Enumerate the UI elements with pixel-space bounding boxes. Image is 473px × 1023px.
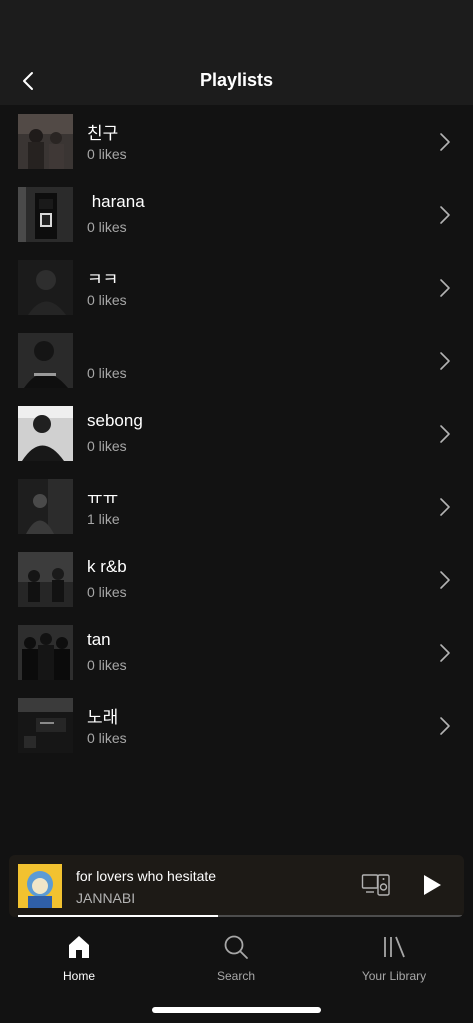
play-icon[interactable] <box>421 873 443 897</box>
playlist-cover <box>18 479 73 534</box>
playlist-row[interactable]: 노래 0 likes <box>0 689 473 762</box>
nav-library[interactable]: Your Library <box>329 918 459 988</box>
playlist-title: tan <box>87 630 111 649</box>
chevron-right-icon <box>440 644 450 662</box>
nav-home[interactable]: Home <box>14 918 144 988</box>
playlist-likes: 0 likes <box>87 292 127 308</box>
playlist-row[interactable]: 친구 0 likes <box>0 105 473 178</box>
chevron-right-icon <box>440 352 450 370</box>
playlist-cover <box>18 698 73 753</box>
playlist-cover <box>18 333 73 388</box>
playlist-likes: 0 likes <box>87 146 127 162</box>
playlist-row[interactable]: k r&b 0 likes <box>0 543 473 616</box>
chevron-right-icon <box>440 206 450 224</box>
playback-progress-fill <box>18 915 218 917</box>
track-artist: JANNABI <box>76 890 136 906</box>
playlist-title: harana <box>87 192 145 211</box>
playlists-screen: Playlists 친구 0 likes harana 0 likes ㅋㅋ 0… <box>0 0 473 1023</box>
track-title: for lovers who hesitate <box>76 868 217 884</box>
playlist-title: sebong <box>87 411 143 430</box>
playlist-cover <box>18 260 73 315</box>
nav-home-label: Home <box>62 969 95 983</box>
playlist-row[interactable]: ㅋㅋ 0 likes <box>0 251 473 324</box>
playlist-likes: 0 likes <box>87 438 127 454</box>
playlist-cover <box>18 187 73 242</box>
playlist-cover <box>18 114 73 169</box>
playlist-title: 친구 <box>87 124 119 143</box>
playlist-likes: 1 like <box>87 511 120 527</box>
playlist-cover <box>18 406 73 461</box>
playlist-likes: 0 likes <box>87 219 127 235</box>
playlist-row[interactable]: harana 0 likes <box>0 178 473 251</box>
chevron-right-icon <box>440 717 450 735</box>
playlist-title: ㅋㅋ <box>87 270 119 289</box>
playlist-likes: 0 likes <box>87 657 127 673</box>
playlist-row[interactable]: sebong 0 likes <box>0 397 473 470</box>
playlist-row[interactable]: ㅠㅠ 1 like <box>0 470 473 543</box>
mini-player[interactable]: for lovers who hesitate JANNABI <box>9 855 464 917</box>
playback-progress <box>18 915 462 917</box>
devices-icon[interactable] <box>361 873 391 897</box>
chevron-right-icon <box>440 279 450 297</box>
nav-search[interactable]: Search <box>171 918 301 988</box>
playlist-cover <box>18 625 73 680</box>
home-indicator <box>152 1007 321 1013</box>
playlist-title: ㅠㅠ <box>87 489 119 508</box>
nav-library-label: Your Library <box>361 969 427 983</box>
playlist-likes: 0 likes <box>87 584 127 600</box>
header-bar: Playlists <box>0 0 473 105</box>
search-icon <box>224 935 248 959</box>
home-icon <box>69 936 89 958</box>
chevron-right-icon <box>440 498 450 516</box>
playlist-title: 노래 <box>87 708 119 727</box>
album-art <box>18 864 62 908</box>
chevron-right-icon <box>440 425 450 443</box>
playlist-likes: 0 likes <box>87 730 127 746</box>
library-icon <box>384 936 405 958</box>
playlist-row[interactable]: 0 likes <box>0 324 473 397</box>
playlist-likes: 0 likes <box>87 365 127 381</box>
chevron-right-icon <box>440 133 450 151</box>
playlist-list: 친구 0 likes harana 0 likes ㅋㅋ 0 likes 0 l… <box>0 105 473 762</box>
playlist-cover <box>18 552 73 607</box>
nav-search-label: Search <box>216 969 256 983</box>
page-title: Playlists <box>199 70 274 90</box>
chevron-right-icon <box>440 571 450 589</box>
playlist-row[interactable]: tan 0 likes <box>0 616 473 689</box>
playlist-title: k r&b <box>87 557 127 576</box>
